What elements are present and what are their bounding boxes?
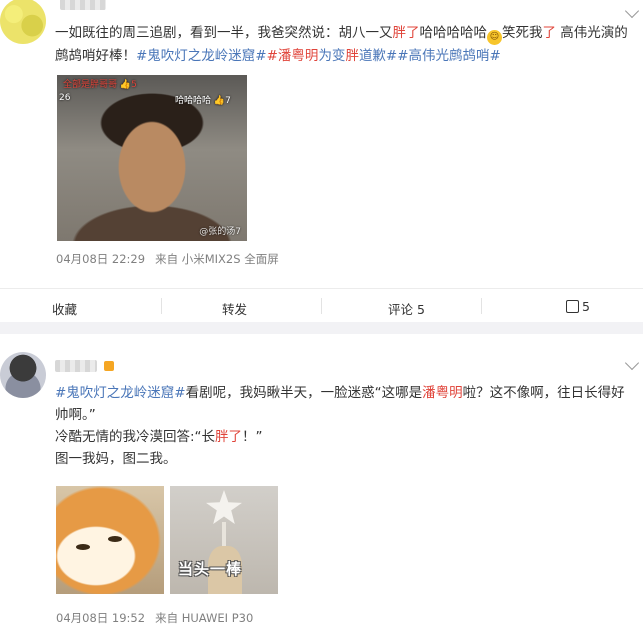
user-avatar[interactable] — [0, 352, 46, 398]
username-blurred[interactable] — [55, 360, 97, 372]
post-text-highlight: 胖了 — [392, 25, 420, 41]
post-text: 一如既往的周三追剧，看到一半，我爸突然说：胡八一又胖了哈哈哈哈哈 ☺ 笑死我了 高伟… — [55, 22, 635, 67]
post-text-highlight: 了 — [542, 25, 557, 41]
favorite-button[interactable]: 收藏 — [52, 299, 132, 318]
post-text-line: 图一我妈，图二我。 — [55, 451, 177, 467]
hashtag-link[interactable]: #高伟光鹧鸪哨# — [397, 48, 501, 64]
post-text-segment: 一如既往的周三追剧，看到一半，我爸突然说：胡八一又 — [55, 25, 393, 41]
post-time-link[interactable]: 04月08日 19:52 — [56, 611, 145, 625]
image-overlay-text: 全部是胖哥哥 👍5 — [63, 80, 137, 90]
vip-badge-icon — [104, 361, 114, 371]
post-text-highlight: 胖了 — [215, 429, 243, 445]
post-text-segment: 笑死我 — [502, 25, 543, 41]
chevron-down-icon[interactable] — [624, 3, 640, 19]
divider — [481, 298, 482, 314]
post-source: 来自 HUAWEI P30 — [155, 611, 254, 625]
hashtag-link[interactable]: #鬼吹灯之龙岭迷窟# — [136, 48, 267, 64]
star-wand-icon — [206, 490, 242, 524]
thumbs-up-icon — [566, 300, 579, 313]
action-bar: 收藏 转发 评论 5 5 — [0, 288, 643, 323]
post-image[interactable]: 全部是胖哥哥 👍5 26 哈哈哈哈 👍7 @张的汤7 — [57, 75, 247, 241]
post-separator — [0, 322, 643, 334]
post-meta: 04月08日 19:52 来自 HUAWEI P30 — [56, 610, 253, 626]
post-meta: 04月08日 22:29 来自 小米MIX2S 全面屏 — [56, 251, 279, 267]
image-watermark: @张的汤7 — [199, 227, 241, 237]
chevron-down-icon[interactable] — [624, 355, 640, 371]
comment-button[interactable]: 评论 5 — [388, 299, 468, 318]
user-avatar[interactable] — [0, 0, 46, 44]
post-image-cat[interactable] — [56, 486, 164, 594]
post-source: 来自 小米MIX2S 全面屏 — [155, 252, 279, 266]
divider — [161, 298, 162, 314]
like-button[interactable]: 5 — [566, 299, 643, 314]
post-text: #鬼吹灯之龙岭迷窟#看剧呢，我妈瞅半天，一脸迷惑“这哪是潘粤明啦？这不像啊，往日… — [55, 382, 635, 470]
image-overlay-text: 哈哈哈哈 👍7 — [175, 96, 231, 106]
hashtag-link[interactable]: #潘粤明为变胖道歉# — [267, 48, 398, 64]
divider — [321, 298, 322, 314]
post-time-link[interactable]: 04月08日 22:29 — [56, 252, 145, 266]
post-text-segment: 哈哈哈哈哈 — [419, 25, 488, 41]
weibo-post-2: #鬼吹灯之龙岭迷窟#看剧呢，我妈瞅半天，一脸迷惑“这哪是潘粤明啦？这不像啊，往日… — [0, 334, 643, 627]
post-text-highlight: 潘粤明 — [422, 385, 463, 401]
cat-eye — [76, 544, 90, 550]
cat-eye — [108, 536, 122, 542]
weibo-post-1: 一如既往的周三追剧，看到一半，我爸突然说：胡八一又胖了哈哈哈哈哈 ☺ 笑死我了 高伟… — [0, 0, 643, 322]
post-image-star-cat[interactable]: 当头一棒 — [170, 486, 278, 594]
username-blurred[interactable] — [60, 0, 106, 10]
image-overlay-number: 26 — [59, 93, 71, 103]
post-text-line: 冷酷无情的我冷漠回答:“长胖了！” — [55, 429, 263, 445]
post-text-line: #鬼吹灯之龙岭迷窟#看剧呢，我妈瞅半天，一脸迷惑“这哪是潘粤明啦？这不像啊，往日… — [55, 385, 625, 423]
image-caption: 当头一棒 — [178, 560, 243, 578]
hashtag-link[interactable]: #鬼吹灯之龙岭迷窟# — [55, 385, 186, 401]
forward-button[interactable]: 转发 — [222, 299, 302, 318]
laugh-cry-emoji-icon: ☺ — [487, 30, 502, 45]
